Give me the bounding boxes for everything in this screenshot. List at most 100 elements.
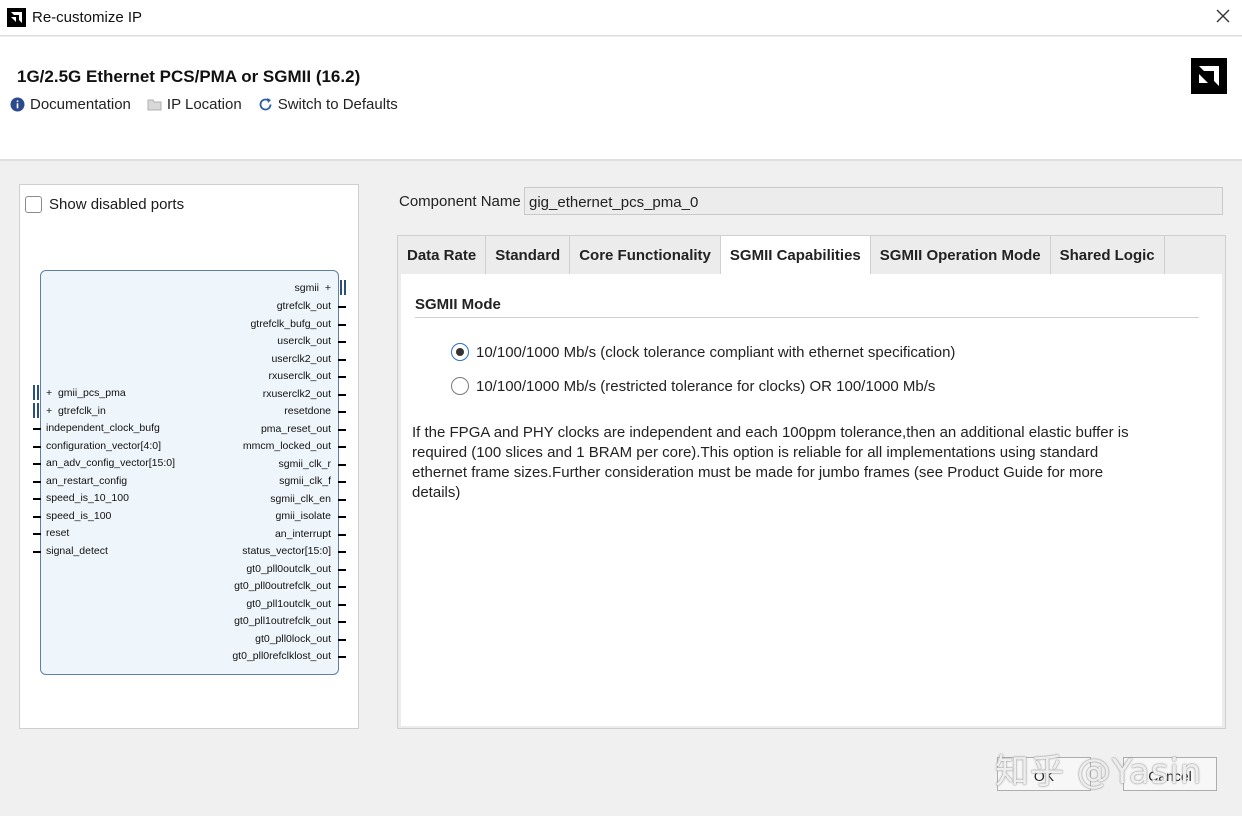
tab-data-rate[interactable]: Data Rate (398, 236, 487, 274)
ip-symbol-block: + gmii_pcs_pma + gtrefclk_in independent… (33, 270, 346, 675)
port-left: speed_is_10_100 (46, 492, 129, 504)
bus-port-marker (340, 280, 346, 295)
port-gtrefclk-in[interactable]: + gtrefclk_in (46, 405, 106, 418)
port-right: sgmii_clk_en (270, 493, 331, 505)
window-title: Re-customize IP (32, 9, 143, 26)
pin-line (33, 498, 41, 500)
ip-location-button[interactable]: IP Location (147, 96, 242, 113)
port-right: an_interrupt (274, 528, 331, 540)
port-right: status_vector[15:0] (242, 545, 331, 557)
section-divider (415, 317, 1199, 318)
info-icon (10, 97, 25, 112)
tab-sgmii-operation-mode[interactable]: SGMII Operation Mode (871, 236, 1051, 274)
tab-shared-logic[interactable]: Shared Logic (1051, 236, 1165, 274)
port-gtrefclk-in-label: gtrefclk_in (57, 405, 106, 417)
port-right: gtrefclk_bufg_out (250, 318, 331, 330)
port-right: rxuserclk_out (268, 370, 331, 382)
port-right: resetdone (284, 405, 331, 417)
port-right: mmcm_locked_out (242, 440, 331, 452)
pin-line (33, 463, 41, 465)
pin-line (338, 341, 346, 343)
port-right: userclk_out (277, 335, 331, 347)
radio-selected[interactable] (451, 343, 469, 361)
title-bar: Re-customize IP (0, 0, 1242, 36)
ok-button[interactable]: OK (997, 757, 1091, 791)
port-right: sgmii_clk_r (278, 458, 331, 470)
show-disabled-ports-checkbox[interactable]: Show disabled ports (25, 196, 184, 213)
pin-line (338, 481, 346, 483)
pin-line (338, 429, 346, 431)
ip-title: 1G/2.5G Ethernet PCS/PMA or SGMII (16.2) (17, 67, 361, 86)
pin-line (338, 516, 346, 518)
tab-core-functionality[interactable]: Core Functionality (570, 236, 721, 274)
component-name-field[interactable]: gig_ethernet_pcs_pma_0 (524, 187, 1223, 215)
bus-port-marker (33, 385, 39, 400)
switch-defaults-label: Switch to Defaults (277, 95, 398, 113)
pin-line (33, 481, 41, 483)
pin-line (338, 411, 346, 413)
port-gmii-pcs-pma[interactable]: + gmii_pcs_pma (46, 387, 126, 400)
port-right: gt0_pll0outclk_out (246, 563, 331, 575)
pin-line (338, 464, 346, 466)
port-right: gmii_isolate (275, 510, 331, 522)
port-left: reset (46, 527, 70, 539)
tab-content-sgmii-capabilities: SGMII Mode 10/100/1000 Mb/s (clock toler… (401, 274, 1222, 726)
sgmii-mode-option-1-label: 10/100/1000 Mb/s (clock tolerance compli… (476, 343, 956, 361)
switch-defaults-button[interactable]: Switch to Defaults (258, 96, 398, 113)
port-right: gtrefclk_out (276, 300, 331, 312)
port-right: gt0_pll0lock_out (255, 633, 331, 645)
toolbar: Documentation IP Location Switch to Defa… (10, 94, 414, 114)
checkbox-box[interactable] (25, 196, 42, 213)
pin-line (338, 586, 346, 588)
port-sgmii[interactable]: sgmii + (295, 282, 331, 295)
documentation-button[interactable]: Documentation (10, 96, 131, 113)
port-left: signal_detect (46, 545, 108, 557)
port-right: gt0_pll1outclk_out (246, 598, 331, 610)
sgmii-mode-option-2[interactable]: 10/100/1000 Mb/s (restricted tolerance f… (451, 377, 935, 395)
close-icon[interactable] (1212, 6, 1234, 28)
pin-line (338, 306, 346, 308)
folder-icon (147, 97, 162, 112)
documentation-label: Documentation (30, 95, 131, 113)
port-right: rxuserclk2_out (262, 388, 331, 400)
port-right: gt0_pll0refclklost_out (232, 650, 331, 662)
tab-standard[interactable]: Standard (486, 236, 571, 274)
config-tabs: Data Rate Standard Core Functionality SG… (397, 235, 1226, 729)
sgmii-mode-description: If the FPGA and PHY clocks are independe… (412, 424, 1129, 501)
port-right: pma_reset_out (260, 423, 331, 435)
sgmii-mode-option-1[interactable]: 10/100/1000 Mb/s (clock tolerance compli… (451, 343, 955, 361)
pin-line (338, 551, 346, 553)
pin-line (338, 359, 346, 361)
pin-line (33, 533, 41, 535)
port-left: an_adv_config_vector[15:0] (46, 457, 176, 469)
pin-line (33, 428, 41, 430)
show-disabled-ports-label: Show disabled ports (49, 196, 185, 213)
tab-sgmii-capabilities[interactable]: SGMII Capabilities (720, 236, 871, 274)
component-name-label: Component Name (399, 193, 521, 210)
cancel-button[interactable]: Cancel (1123, 757, 1217, 791)
port-right: sgmii_clk_f (279, 475, 331, 487)
refresh-icon (258, 97, 273, 112)
port-left: speed_is_100 (46, 510, 112, 522)
pin-line (338, 569, 346, 571)
pin-line (338, 446, 346, 448)
port-left: independent_clock_bufg (46, 422, 160, 434)
port-left: an_restart_config (46, 475, 128, 487)
port-gmii-pcs-pma-label: gmii_pcs_pma (57, 387, 126, 399)
radio-unselected[interactable] (451, 377, 469, 395)
pin-line (338, 656, 346, 658)
pin-line (338, 324, 346, 326)
pin-line (338, 639, 346, 641)
app-logo-icon (7, 8, 26, 27)
pin-line (33, 551, 41, 553)
port-right: gt0_pll1outrefclk_out (234, 615, 331, 627)
pin-line (338, 621, 346, 623)
pin-line (33, 516, 41, 518)
port-sgmii-label: sgmii (294, 282, 320, 294)
pin-line (338, 604, 346, 606)
pin-line (338, 394, 346, 396)
port-right: userclk2_out (271, 353, 331, 365)
sgmii-mode-title: SGMII Mode (415, 296, 501, 313)
pin-line (338, 534, 346, 536)
port-left: configuration_vector[4:0] (46, 440, 161, 452)
